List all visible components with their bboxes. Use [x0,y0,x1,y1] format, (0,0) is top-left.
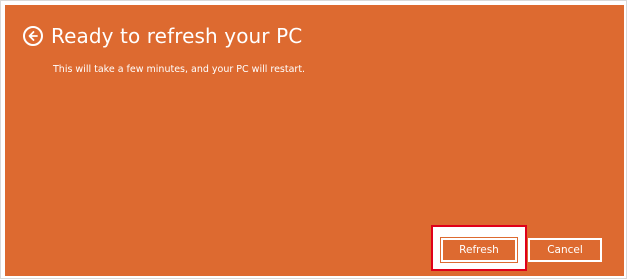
page-title: Ready to refresh your PC [51,24,303,48]
refresh-pc-panel: Ready to refresh your PC This will take … [5,5,624,276]
header: Ready to refresh your PC [23,21,302,51]
refresh-button[interactable]: Refresh [440,237,518,263]
cancel-button[interactable]: Cancel [528,238,602,262]
back-arrow-glyph [28,31,38,41]
back-arrow-circle-icon[interactable] [23,26,43,46]
screenshot-frame: Ready to refresh your PC This will take … [0,0,627,279]
description-text: This will take a few minutes, and your P… [53,64,306,75]
